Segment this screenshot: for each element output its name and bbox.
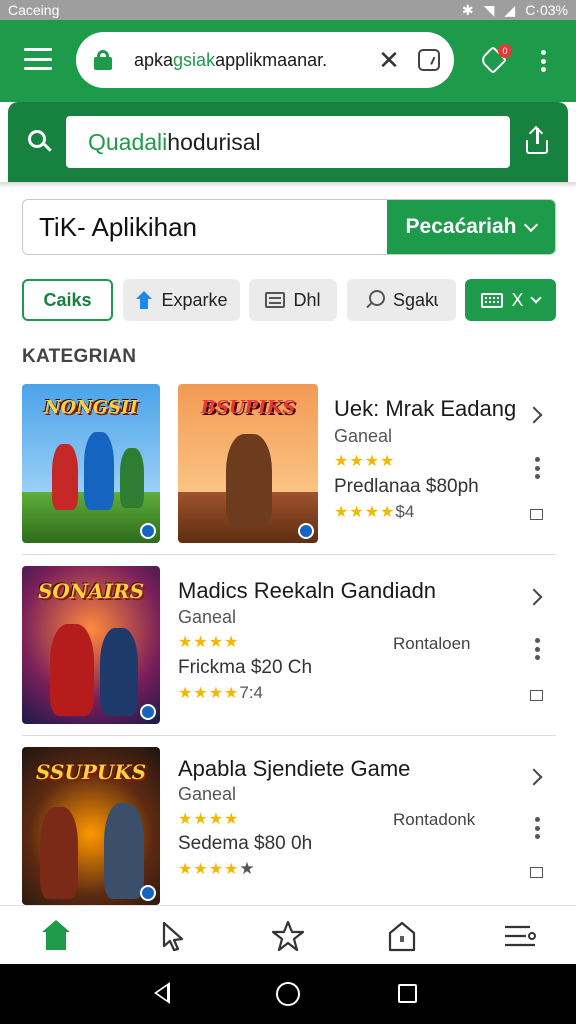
search-icon <box>365 290 385 310</box>
overflow-menu-icon[interactable] <box>534 817 540 839</box>
bluetooth-icon: ✱ <box>461 1 474 18</box>
bottom-navigation <box>0 905 576 964</box>
filter-dropdown-button[interactable]: Pecaćariah <box>387 200 555 254</box>
settings-icon[interactable] <box>502 918 538 954</box>
divider <box>22 554 556 555</box>
carrier-label: Caceing <box>8 2 60 18</box>
url-bar[interactable]: apkagsiakapplikmaanar. ✕ <box>76 32 454 88</box>
item-price: Sedema $80 0h <box>178 833 313 854</box>
back-icon[interactable] <box>154 982 170 1004</box>
battery-label: C·03% <box>525 2 568 18</box>
item-label: Rontaloen <box>393 634 471 653</box>
game-thumbnail[interactable]: SONAIRS <box>22 566 160 724</box>
chip-sgaki[interactable]: Sgakɩ <box>347 279 456 321</box>
chip-dhl[interactable]: Dhl <box>249 279 337 321</box>
game-thumbnail[interactable]: NONGSII <box>22 384 160 543</box>
overflow-menu-icon[interactable] <box>534 457 540 479</box>
item-category: Ganeal <box>334 426 393 446</box>
chip-keyboard[interactable]: X <box>465 279 556 321</box>
rating-stars-secondary: ★★★★7:4 <box>178 683 264 702</box>
checkbox-icon[interactable] <box>530 690 543 701</box>
checkbox-icon[interactable] <box>530 509 543 520</box>
checkbox-icon[interactable] <box>530 867 543 878</box>
status-icons: ✱ ◥ ◢ C·03% <box>462 2 568 19</box>
status-bar: Caceing ✱ ◥ ◢ C·03% <box>0 0 576 20</box>
filter-row: TiK- Aplikihan Pecaćariah <box>22 199 556 255</box>
chip-row: Caiks Exparke Dhl Sgakɩ X <box>22 279 556 321</box>
notification-badge: 0 <box>498 44 512 58</box>
filter-input[interactable]: TiK- Aplikihan <box>23 200 387 254</box>
chevron-right-icon[interactable] <box>525 768 543 786</box>
signal-icon: ◢ <box>504 1 516 18</box>
app-bar: apkagsiakapplikmaanar. ✕ 0 <box>0 20 576 102</box>
item-title[interactable]: Apabla Sjendiete Game <box>178 756 410 782</box>
badge-icon <box>298 523 314 539</box>
item-label: Rontadonk <box>393 810 476 829</box>
divider <box>22 735 556 736</box>
url-text[interactable]: apkagsiakapplikmaanar. <box>134 50 368 71</box>
rating-stars: ★★★★ <box>178 634 240 651</box>
recent-apps-icon[interactable] <box>398 984 417 1003</box>
item-title[interactable]: Uek: Mrak Eadang <box>334 396 516 422</box>
section-title: KATEGRIAN <box>22 346 137 367</box>
home-icon <box>135 291 153 309</box>
item-category: Ganeal <box>178 607 237 627</box>
cursor-icon[interactable] <box>156 918 192 954</box>
home-button-icon[interactable] <box>276 982 300 1006</box>
item-category: Ganeal <box>178 784 237 804</box>
system-navigation-bar <box>0 964 576 1024</box>
rating-stars-secondary: ★★★★★ <box>178 859 255 878</box>
badge-icon <box>140 885 156 901</box>
tag-button[interactable]: 0 <box>478 44 512 75</box>
badge-icon <box>140 523 156 539</box>
chip-exparke[interactable]: Exparke <box>123 279 240 321</box>
library-icon[interactable] <box>384 918 420 954</box>
close-icon[interactable]: ✕ <box>374 45 404 76</box>
tabs-icon[interactable] <box>418 49 440 71</box>
chevron-right-icon[interactable] <box>525 406 543 424</box>
star-icon[interactable] <box>270 918 306 954</box>
overflow-menu-icon[interactable] <box>539 50 547 72</box>
item-price: Frickma $20 Ch <box>178 657 313 678</box>
divider-shadow <box>0 182 576 188</box>
search-input[interactable]: Quadali hodurisal <box>66 116 510 168</box>
search-icon[interactable] <box>28 130 52 152</box>
menu-icon[interactable] <box>24 48 52 70</box>
rating-stars: ★★★★ <box>334 453 396 470</box>
chip-caiks[interactable]: Caiks <box>22 279 113 321</box>
badge-icon <box>140 704 156 720</box>
rating-stars-secondary: ★★★★$4 <box>334 502 415 521</box>
chevron-right-icon[interactable] <box>525 588 543 606</box>
search-band: Quadali hodurisal <box>8 102 568 182</box>
filter-button-label: Pecaćariah <box>405 215 517 238</box>
item-title[interactable]: Madics Reekaln Gandiadn <box>178 578 436 604</box>
list-icon <box>265 292 286 308</box>
rating-stars: ★★★★ <box>178 811 240 828</box>
overflow-menu-icon[interactable] <box>534 638 540 660</box>
home-icon[interactable] <box>38 918 74 954</box>
chevron-down-icon <box>524 217 539 232</box>
keyboard-icon <box>481 292 504 308</box>
game-thumbnail[interactable]: SSUPUKS <box>22 747 160 905</box>
share-icon[interactable] <box>526 128 550 154</box>
wifi-icon: ◥ <box>483 1 495 18</box>
game-thumbnail[interactable]: BSUPIKS <box>178 384 318 543</box>
item-price: Predlanaa $80ph <box>334 476 479 497</box>
lock-icon <box>94 50 112 70</box>
chevron-down-icon <box>529 291 542 304</box>
